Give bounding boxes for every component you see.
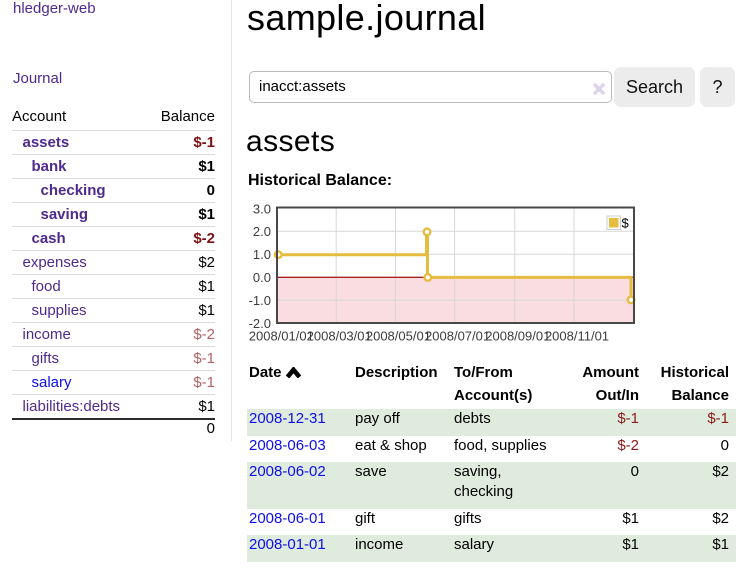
svg-text:3.0: 3.0 <box>253 201 271 216</box>
svg-text:2008/01/01: 2008/01/01 <box>249 329 314 344</box>
svg-text:0.0: 0.0 <box>253 270 271 285</box>
svg-text:-1.0: -1.0 <box>249 293 271 308</box>
svg-text:$: $ <box>622 216 630 231</box>
svg-text:1.0: 1.0 <box>253 247 271 262</box>
svg-text:2008/07/01: 2008/07/01 <box>425 329 490 344</box>
svg-text:2.0: 2.0 <box>253 224 271 239</box>
svg-text:2008/11/01: 2008/11/01 <box>545 329 609 344</box>
svg-text:2008/05/01: 2008/05/01 <box>366 329 431 344</box>
svg-text:2008/09/01: 2008/09/01 <box>485 329 550 344</box>
svg-text:2008/03/01: 2008/03/01 <box>307 329 372 344</box>
